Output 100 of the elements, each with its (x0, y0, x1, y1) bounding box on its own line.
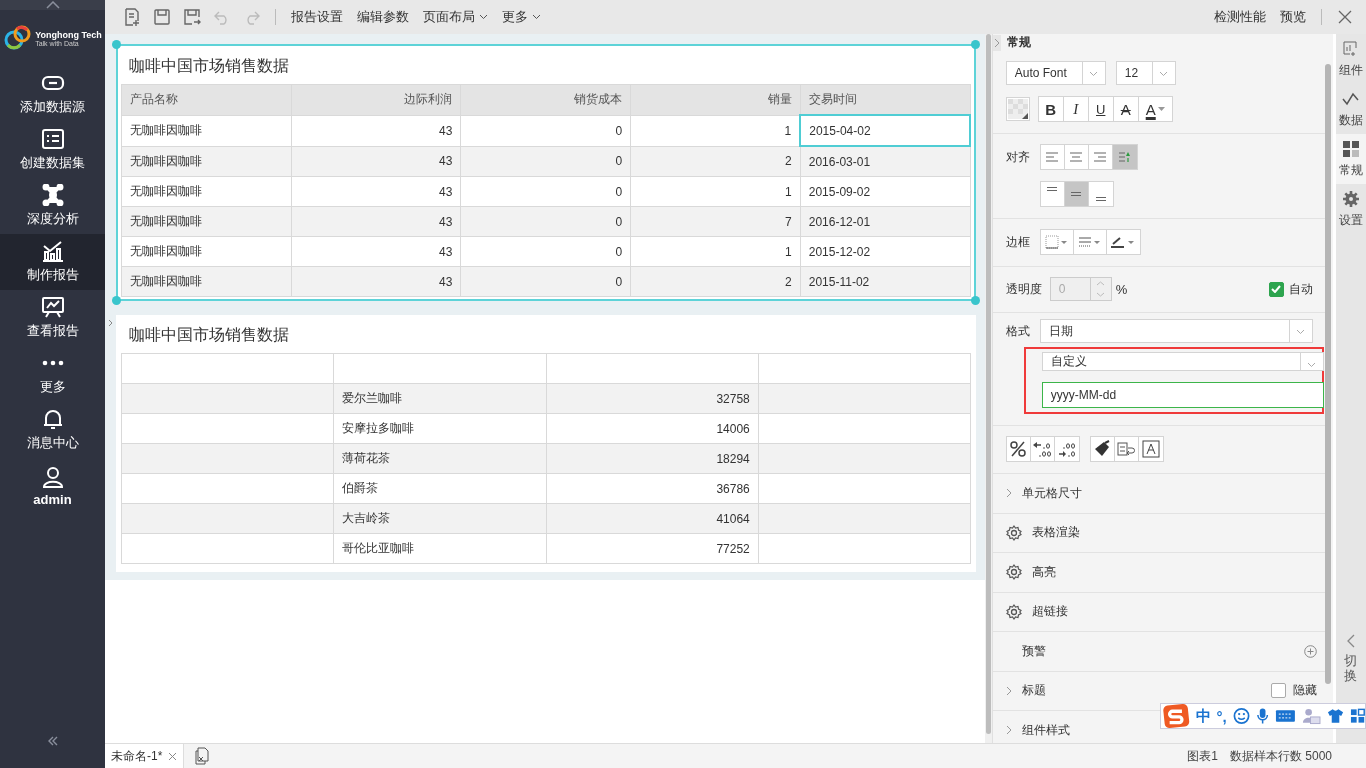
side-tab[interactable]: 设置 (1335, 184, 1366, 234)
table-cell[interactable]: 41064 (546, 503, 759, 534)
table-cell[interactable]: 2 (630, 146, 801, 177)
column-header[interactable]: 销货成本 (460, 84, 631, 115)
table-cell[interactable]: 无咖啡因咖啡 (121, 115, 292, 146)
format-pattern-field[interactable]: yyyy-MM-dd (1041, 382, 1324, 408)
resize-handle[interactable] (112, 40, 121, 49)
switch-tab[interactable]: 切换 (1335, 634, 1366, 743)
table-cell[interactable]: 无咖啡因咖啡 (121, 236, 292, 267)
table-cell[interactable]: 0 (460, 146, 631, 177)
table-cell[interactable]: 43 (291, 115, 461, 146)
side-tab[interactable]: 数据 (1335, 84, 1366, 134)
table-cell[interactable]: 2015-11-02 (800, 266, 970, 297)
table-cell[interactable]: 0 (460, 115, 631, 146)
table-cell[interactable]: 无咖啡因咖啡 (121, 206, 292, 237)
toolbar-menu[interactable]: 报告设置 (284, 2, 350, 32)
keyboard-icon[interactable] (1275, 709, 1296, 723)
sidebar-item[interactable]: 制作报告 (0, 234, 105, 290)
sidebar-item[interactable]: 消息中心 (0, 402, 105, 458)
table-cell[interactable]: 2016-03-01 (800, 146, 970, 177)
toolbar-menu[interactable]: 编辑参数 (350, 2, 416, 32)
table-cell[interactable]: 薄荷花茶 (333, 443, 546, 474)
checkbox[interactable] (1270, 683, 1286, 699)
ime-logo-icon[interactable] (1163, 703, 1190, 729)
panel-section[interactable]: 单元格尺寸 (992, 474, 1325, 514)
table-cell[interactable]: 伯爵茶 (333, 473, 546, 504)
font-size-dropdown[interactable]: 12 (1115, 61, 1176, 85)
table-cell[interactable]: 0 (460, 206, 631, 237)
table-cell[interactable]: 2015-09-02 (800, 176, 970, 207)
sidebar-item[interactable]: 更多 (0, 346, 105, 402)
background-color-button[interactable] (1005, 97, 1030, 121)
panel-section[interactable]: 表格渲染 (992, 513, 1325, 553)
table-cell[interactable]: 大吉岭茶 (333, 503, 546, 534)
table-cell[interactable]: 0 (460, 266, 631, 297)
panel-section[interactable]: 预警 (992, 632, 1325, 672)
table-cell[interactable]: 0 (460, 236, 631, 267)
sidebar-item[interactable]: 创建数据集 (0, 122, 105, 178)
side-tab[interactable]: 组件 (1335, 34, 1366, 84)
sidebar-item[interactable]: 深度分析 (0, 178, 105, 234)
close-icon[interactable] (168, 751, 178, 761)
table-cell[interactable]: 1 (630, 176, 801, 207)
shirt-icon[interactable] (1326, 708, 1344, 724)
column-header[interactable]: 边际利润 (291, 84, 461, 115)
add-icon[interactable] (1303, 644, 1317, 658)
format-subtype-dropdown[interactable]: 自定义 (1041, 352, 1324, 371)
toolbar-action[interactable]: 检测性能 (1207, 2, 1273, 32)
table-cell[interactable]: 无咖啡因咖啡 (121, 146, 292, 177)
user-icon[interactable] (1301, 707, 1321, 725)
column-header[interactable]: 销量 (630, 84, 801, 115)
column-header[interactable]: 交易时间 (800, 84, 970, 115)
table-cell[interactable]: 43 (291, 206, 461, 237)
scroll-up-icon[interactable] (45, 1, 60, 9)
table-cell[interactable]: 无咖啡因咖啡 (121, 176, 292, 207)
table-cell[interactable]: 43 (291, 176, 461, 207)
panel-section[interactable]: 高亮 (992, 553, 1325, 593)
toolbar-menu[interactable]: 页面布局 (416, 2, 495, 32)
smiley-icon[interactable] (1232, 707, 1250, 725)
toolbar-action[interactable]: 预览 (1273, 2, 1313, 32)
table-cell[interactable]: 77252 (546, 533, 759, 564)
table-cell[interactable]: 32758 (546, 383, 759, 414)
resize-handle[interactable] (971, 296, 980, 305)
resize-handle[interactable] (971, 40, 980, 49)
sidebar-item[interactable]: 查看报告 (0, 290, 105, 346)
table-cell[interactable]: 爱尔兰咖啡 (333, 383, 546, 414)
toolbar-menu[interactable]: 更多 (495, 2, 548, 32)
table-cell[interactable]: 18294 (546, 443, 759, 474)
table-cell[interactable]: 7 (630, 206, 801, 237)
table-component[interactable]: 咖啡中国市场销售数据 爱尔兰咖啡 32758 安摩拉多咖啡 14006 薄荷花茶 18294 伯爵茶 36786 大吉岭茶 41064 哥伦比亚咖啡 77252 (116, 315, 976, 572)
table-cell[interactable]: 2015-12-02 (800, 236, 970, 267)
sidebar-item[interactable]: 添加数据源 (0, 66, 105, 122)
table-cell[interactable]: 2016-12-01 (800, 206, 970, 237)
table-cell[interactable]: 43 (291, 236, 461, 267)
grid-icon[interactable] (1349, 708, 1365, 724)
side-tab[interactable]: 常规 (1335, 134, 1366, 184)
table-cell[interactable]: 哥伦比亚咖啡 (333, 533, 546, 564)
collapse-icon[interactable] (46, 736, 59, 746)
table-cell[interactable]: 2 (630, 266, 801, 297)
document-tab[interactable]: 未命名-1* (105, 744, 185, 768)
align-auto-button[interactable] (1112, 145, 1137, 169)
table-cell[interactable]: 43 (291, 266, 461, 297)
panel-section[interactable]: 超链接 (992, 592, 1325, 632)
microphone-icon[interactable] (1255, 707, 1269, 725)
resize-handle[interactable] (112, 296, 121, 305)
collapse-panel-icon[interactable] (992, 34, 1001, 51)
valign-middle-button[interactable] (1064, 182, 1089, 206)
table-cell[interactable]: 无咖啡因咖啡 (121, 266, 292, 297)
table-cell[interactable]: 1 (630, 236, 801, 267)
format-type-dropdown[interactable]: 日期 (1039, 319, 1313, 343)
column-header[interactable]: 产品名称 (121, 84, 292, 115)
documents-icon[interactable] (194, 747, 211, 765)
table-cell[interactable]: 43 (291, 146, 461, 177)
table-cell[interactable]: 14006 (546, 413, 759, 444)
increase-decimals-button[interactable] (1030, 437, 1055, 461)
sidebar-item[interactable]: admin (0, 458, 105, 514)
table-cell[interactable]: 36786 (546, 473, 759, 504)
close-icon[interactable] (1338, 10, 1352, 24)
font-family-dropdown[interactable]: Auto Font (1005, 61, 1106, 85)
table-cell[interactable]: 0 (460, 176, 631, 207)
table-cell[interactable]: 安摩拉多咖啡 (333, 413, 546, 444)
table-cell[interactable]: 2015-04-02 (800, 115, 970, 146)
